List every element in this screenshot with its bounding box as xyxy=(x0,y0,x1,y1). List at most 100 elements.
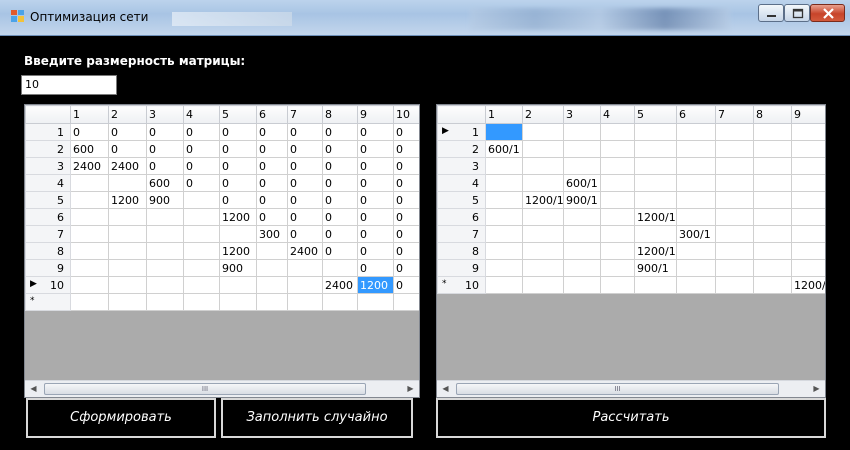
table-row[interactable]: 7 300/1 xyxy=(437,225,825,243)
matrix-cell[interactable]: 0 xyxy=(219,123,257,141)
matrix-cell[interactable]: 1200/1 xyxy=(634,208,677,226)
matrix-cell[interactable] xyxy=(715,157,754,175)
matrix-cell[interactable] xyxy=(600,157,635,175)
matrix-cell[interactable] xyxy=(600,242,635,260)
column-header[interactable]: 4 xyxy=(600,105,635,124)
matrix-cell[interactable] xyxy=(108,276,147,294)
matrix-cell[interactable]: 0 xyxy=(183,123,220,141)
matrix-cell[interactable] xyxy=(108,259,147,277)
matrix-cell[interactable]: 0 xyxy=(322,208,358,226)
matrix-cell[interactable] xyxy=(522,140,564,158)
matrix-cell[interactable] xyxy=(146,276,184,294)
matrix-cell[interactable] xyxy=(676,140,716,158)
matrix-cell[interactable]: 1200/1 xyxy=(522,191,564,209)
table-row[interactable]: 3 xyxy=(437,157,825,175)
result-matrix-table[interactable]: 1 2 3 4 5 6 7 8 9 ▶ 1 2 600/1 3 4 600/1 5 1200/1 900/1 6 120… xyxy=(437,105,825,294)
matrix-cell[interactable] xyxy=(600,259,635,277)
input-grid-hscrollbar[interactable]: ◀ III ▶ xyxy=(25,380,419,397)
matrix-cell[interactable] xyxy=(183,242,220,260)
matrix-cell[interactable]: 0 xyxy=(393,140,419,158)
matrix-cell[interactable] xyxy=(634,157,677,175)
matrix-cell[interactable] xyxy=(753,140,792,158)
matrix-cell[interactable] xyxy=(256,259,288,277)
matrix-cell[interactable] xyxy=(322,259,358,277)
maximize-button[interactable] xyxy=(784,4,810,22)
matrix-cell[interactable]: 0 xyxy=(219,157,257,175)
matrix-cell[interactable]: 0 xyxy=(357,157,394,175)
matrix-cell[interactable]: 0 xyxy=(287,191,323,209)
table-row[interactable]: 9 900 0 0 xyxy=(25,259,419,277)
matrix-cell[interactable] xyxy=(485,242,523,260)
matrix-cell[interactable] xyxy=(753,259,792,277)
row-header[interactable]: 4 xyxy=(437,174,486,192)
matrix-cell[interactable]: 0 xyxy=(357,208,394,226)
matrix-cell[interactable] xyxy=(522,225,564,243)
matrix-cell[interactable] xyxy=(485,174,523,192)
matrix-cell[interactable] xyxy=(600,123,635,141)
matrix-cell[interactable] xyxy=(715,225,754,243)
matrix-cell[interactable]: 0 xyxy=(357,242,394,260)
matrix-cell[interactable]: 0 xyxy=(256,140,288,158)
matrix-cell[interactable] xyxy=(676,276,716,294)
column-header[interactable]: 3 xyxy=(563,105,601,124)
matrix-cell[interactable] xyxy=(287,293,323,311)
matrix-cell[interactable] xyxy=(791,242,825,260)
matrix-cell[interactable]: 0 xyxy=(146,123,184,141)
matrix-cell[interactable] xyxy=(791,225,825,243)
matrix-cell[interactable] xyxy=(485,276,523,294)
matrix-cell[interactable] xyxy=(634,276,677,294)
result-matrix-grid[interactable]: 1 2 3 4 5 6 7 8 9 ▶ 1 2 600/1 3 4 600/1 5 1200/1 900/1 6 120… xyxy=(436,104,826,398)
matrix-cell[interactable]: 0 xyxy=(287,208,323,226)
matrix-cell[interactable]: 0 xyxy=(393,259,419,277)
matrix-cell[interactable] xyxy=(108,225,147,243)
matrix-cell[interactable] xyxy=(70,242,109,260)
matrix-cell[interactable]: 0 xyxy=(322,191,358,209)
matrix-cell[interactable]: 0 xyxy=(108,123,147,141)
matrix-cell[interactable] xyxy=(108,174,147,192)
column-header[interactable]: 4 xyxy=(183,105,220,124)
row-header[interactable]: * xyxy=(25,293,71,311)
matrix-cell[interactable]: 0 xyxy=(322,123,358,141)
matrix-cell[interactable] xyxy=(108,293,147,311)
matrix-cell[interactable]: 0 xyxy=(287,140,323,158)
matrix-cell[interactable] xyxy=(676,259,716,277)
matrix-cell[interactable] xyxy=(183,293,220,311)
column-header[interactable]: 8 xyxy=(322,105,358,124)
matrix-cell[interactable]: 0 xyxy=(219,174,257,192)
matrix-cell[interactable] xyxy=(676,123,716,141)
matrix-cell[interactable] xyxy=(676,242,716,260)
row-header[interactable]: * 10 xyxy=(437,276,486,294)
matrix-cell[interactable] xyxy=(287,259,323,277)
matrix-cell[interactable]: 0 xyxy=(183,157,220,175)
row-header[interactable]: ▶ 1 xyxy=(437,123,486,141)
matrix-cell[interactable]: 0 xyxy=(219,191,257,209)
column-header[interactable]: 1 xyxy=(485,105,523,124)
matrix-cell[interactable] xyxy=(791,259,825,277)
matrix-cell[interactable]: 900/1 xyxy=(563,191,601,209)
matrix-cell[interactable] xyxy=(146,293,184,311)
table-row[interactable]: 9 900/1 xyxy=(437,259,825,277)
matrix-cell[interactable]: 0 xyxy=(322,174,358,192)
column-header[interactable]: 5 xyxy=(219,105,257,124)
matrix-cell[interactable]: 1200 xyxy=(219,208,257,226)
matrix-cell[interactable]: 0 xyxy=(393,123,419,141)
generate-button[interactable]: Сформировать xyxy=(26,398,216,438)
matrix-cell[interactable] xyxy=(753,174,792,192)
table-row[interactable]: 2 600/1 xyxy=(437,140,825,158)
matrix-cell[interactable] xyxy=(634,123,677,141)
matrix-cell[interactable] xyxy=(563,140,601,158)
matrix-cell[interactable] xyxy=(563,157,601,175)
column-header[interactable]: 6 xyxy=(676,105,716,124)
matrix-cell[interactable]: 0 xyxy=(322,225,358,243)
column-header[interactable]: 7 xyxy=(715,105,754,124)
matrix-cell[interactable] xyxy=(634,191,677,209)
matrix-cell[interactable]: 600 xyxy=(70,140,109,158)
row-header[interactable]: 9 xyxy=(25,259,71,277)
scroll-right-arrow-icon[interactable]: ▶ xyxy=(402,381,419,397)
matrix-cell[interactable]: 0 xyxy=(393,242,419,260)
matrix-cell[interactable]: 0 xyxy=(70,123,109,141)
column-header[interactable]: 6 xyxy=(256,105,288,124)
matrix-cell[interactable] xyxy=(70,276,109,294)
matrix-cell[interactable] xyxy=(791,157,825,175)
column-header[interactable]: 5 xyxy=(634,105,677,124)
